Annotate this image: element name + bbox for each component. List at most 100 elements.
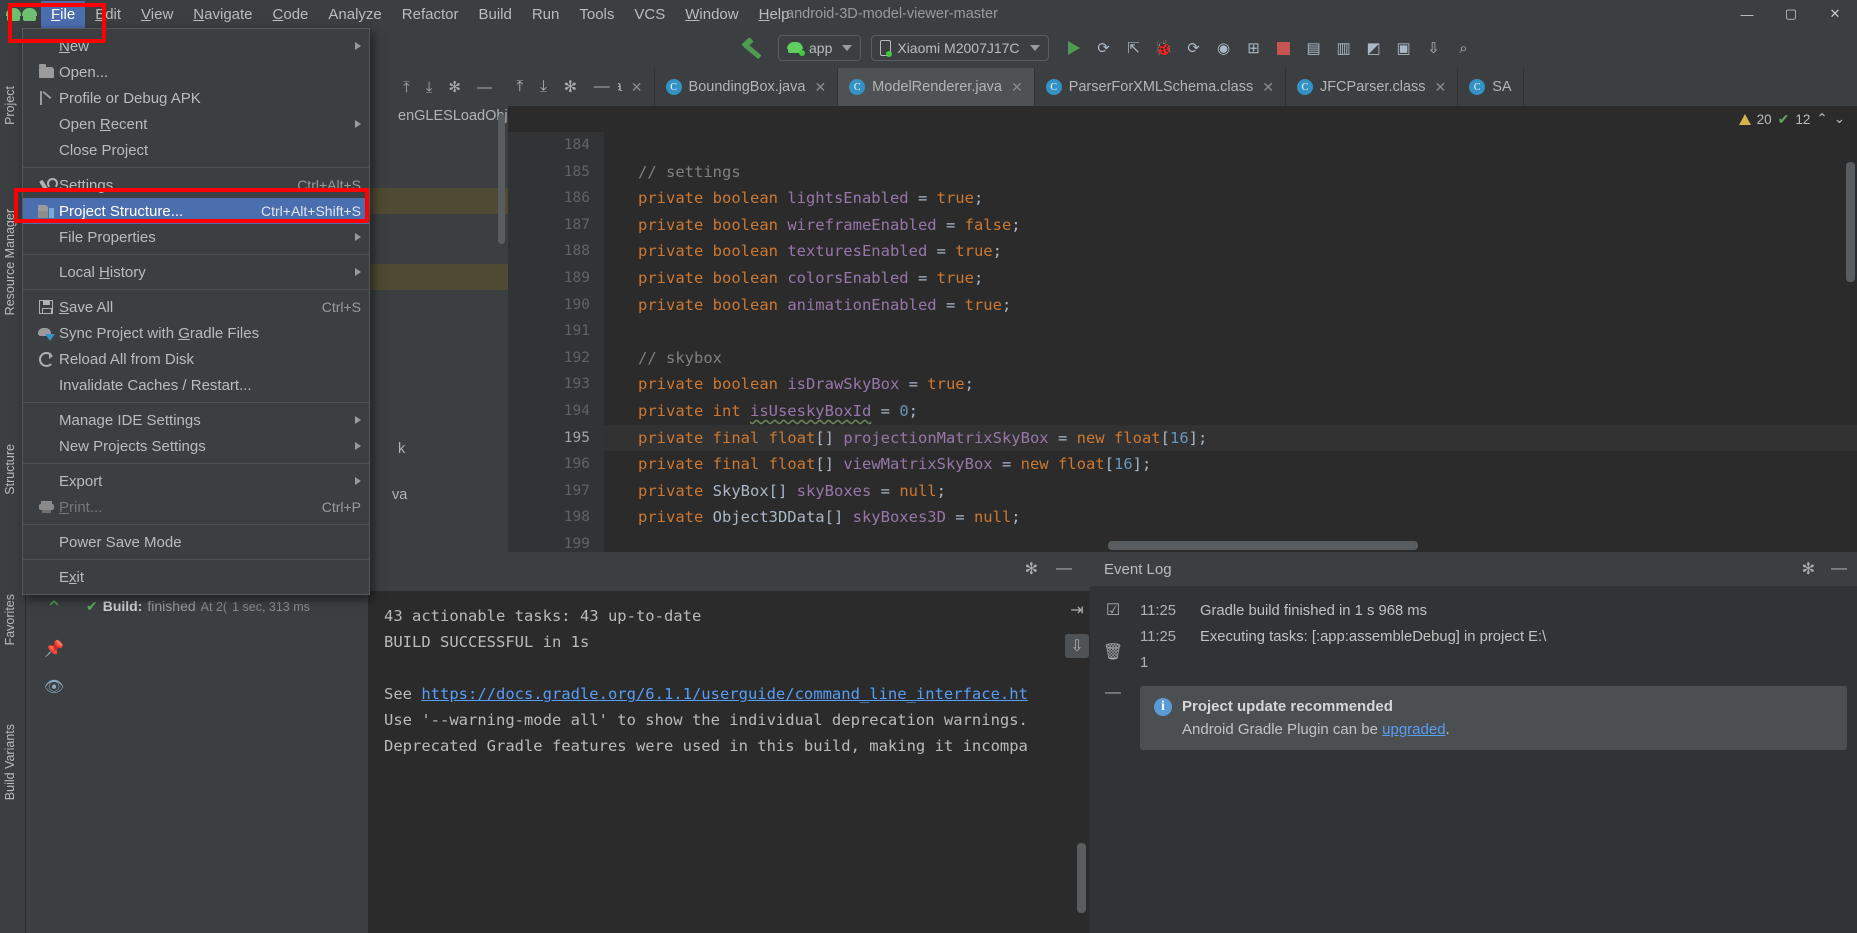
code-line[interactable]: // skybox — [604, 345, 1857, 372]
gear-icon[interactable]: ✻ — [448, 78, 461, 96]
menu-item-reload-all-from-disk[interactable]: Reload All from Disk — [23, 346, 369, 372]
hide-icon[interactable]: — — [477, 79, 492, 96]
gear-icon[interactable]: ✻ — [564, 77, 577, 97]
event-log-row[interactable]: 11:25 Gradle build finished in 1 s 968 ms — [1136, 598, 1857, 624]
code-line[interactable] — [604, 132, 1857, 159]
project-node-partial-2[interactable]: k — [398, 441, 405, 457]
device-file-explorer-icon[interactable]: ▣ — [1389, 33, 1419, 63]
soft-wrap-icon[interactable]: ⇥ — [1065, 598, 1089, 622]
sdk-manager-icon[interactable]: ▥ — [1329, 33, 1359, 63]
event-log-tool-window[interactable]: Event Log ✻ — ☑ 🗑 — 11:25 Gradle build fi… — [1090, 552, 1857, 933]
code-line[interactable] — [604, 318, 1857, 345]
code-line[interactable]: private boolean colorsEnabled = true; — [604, 265, 1857, 292]
menu-navigate[interactable]: Navigate — [183, 1, 262, 28]
file-menu-dropdown[interactable]: New Open... Profile or Debug APK Open Recen… — [22, 28, 370, 595]
build-status-row[interactable]: ✔ Build: finished At 2( 1 sec, 313 ms — [86, 598, 362, 615]
code-line[interactable]: private boolean wireframeEnabled = false… — [604, 212, 1857, 239]
collapse-all-icon[interactable]: ⤓ — [426, 79, 433, 96]
close-icon[interactable]: ✕ — [631, 79, 643, 96]
build-hammer-icon[interactable] — [740, 35, 766, 61]
eye-icon[interactable]: 👁 — [44, 677, 64, 697]
expand-all-icon[interactable]: ⤒ — [516, 78, 523, 96]
code-line[interactable]: private SkyBox[] skyBoxes = null; — [604, 478, 1857, 505]
sidebar-item-build-variants[interactable]: Build Variants — [3, 718, 17, 806]
console-link[interactable]: https://docs.gradle.org/6.1.1/userguide/… — [421, 685, 1028, 703]
menu-item-new-projects-settings[interactable]: New Projects Settings — [23, 433, 369, 459]
close-icon[interactable]: ✕ — [1262, 79, 1274, 96]
code-line[interactable]: private final float[] viewMatrixSkyBox =… — [604, 451, 1857, 478]
avd-manager-icon[interactable]: ▤ — [1299, 33, 1329, 63]
menu-item-close-project[interactable]: Close Project — [23, 137, 369, 163]
menu-item-save-all[interactable]: Save All Ctrl+S — [23, 294, 369, 320]
menu-item-open-recent[interactable]: Open Recent — [23, 111, 369, 137]
build-tool-window[interactable]: Build: Sync ✕ Build Output ✕ ✻ — ⌃ 📌 👁 — [26, 552, 1090, 933]
editor-horizontal-scrollbar[interactable] — [1108, 541, 1418, 550]
menu-run[interactable]: Run — [522, 1, 570, 28]
editor-vertical-scrollbar[interactable] — [1846, 162, 1855, 282]
code-line[interactable]: private boolean isDrawSkyBox = true; — [604, 371, 1857, 398]
trash-icon[interactable]: 🗑 — [1103, 642, 1123, 662]
event-log-row[interactable]: 11:25 Executing tasks: [:app:assembleDebu… — [1136, 624, 1857, 650]
code-line[interactable]: private boolean lightsEnabled = true; — [604, 185, 1857, 212]
hide-icon[interactable]: — — [1056, 560, 1072, 578]
menu-analyze[interactable]: Analyze — [318, 1, 391, 28]
project-node-partial-1[interactable]: enGLESLoadObjMo — [398, 108, 508, 124]
build-console-output[interactable]: 43 actionable tasks: 43 up-to-date BUILD … — [368, 591, 1090, 933]
code-line[interactable]: private int isUseskyBoxId = 0; — [604, 398, 1857, 425]
code-area[interactable]: 184 185 186 187 188 189 190 191 192 193 194 195 196 1… — [508, 132, 1857, 552]
minimize-button[interactable]: — — [1725, 0, 1769, 28]
sidebar-item-resource-manager[interactable]: Resource Manager — [3, 203, 17, 321]
editor-tab[interactable]: C JFCParser.class ✕ — [1286, 68, 1459, 106]
code-line[interactable]: // settings — [604, 159, 1857, 186]
editor-tab[interactable]: C ModelRenderer.java ✕ — [838, 68, 1035, 106]
menu-item-export[interactable]: Export — [23, 468, 369, 494]
menu-item-profile-or-debug-apk[interactable]: Profile or Debug APK — [23, 85, 369, 111]
sidebar-item-structure[interactable]: Structure — [3, 438, 17, 501]
editor-tab[interactable]: C SA — [1458, 68, 1524, 106]
collapse-all-icon[interactable]: ⤓ — [540, 78, 547, 96]
close-icon[interactable]: ✕ — [814, 79, 826, 96]
sidebar-item-favorites[interactable]: Favorites — [3, 588, 17, 651]
profile-icon[interactable]: ◉ — [1209, 33, 1239, 63]
menu-view[interactable]: View — [131, 1, 183, 28]
code-line[interactable]: private Object3DData[] skyBoxes3D = null… — [604, 504, 1857, 531]
menu-item-file-properties[interactable]: File Properties — [23, 224, 369, 250]
build-tree[interactable]: ✔ Build: finished At 2( 1 sec, 313 ms — [82, 586, 368, 933]
editor-tab[interactable]: C BoundingBox.java ✕ — [655, 68, 839, 106]
rerun-icon[interactable]: ⟳ — [1089, 33, 1119, 63]
menu-window[interactable]: Window — [675, 1, 748, 28]
expand-all-icon[interactable]: ⤒ — [403, 79, 410, 96]
menu-item-print[interactable]: Print... Ctrl+P — [23, 494, 369, 520]
window-controls[interactable]: — ▢ ✕ — [1725, 0, 1857, 28]
build-console-side-tools[interactable]: ⇥ ⇩ — [1064, 586, 1090, 706]
device-selector[interactable]: Xiaomi M2007J17C — [871, 35, 1049, 61]
menu-file[interactable]: File — [41, 0, 86, 28]
project-pane-scrollbar[interactable] — [498, 114, 505, 244]
notification-link[interactable]: upgraded — [1382, 721, 1445, 738]
menu-vcs[interactable]: VCS — [624, 1, 675, 28]
menu-item-power-save-mode[interactable]: Power Save Mode — [23, 529, 369, 555]
menu-tools[interactable]: Tools — [569, 1, 624, 28]
close-icon[interactable]: ✕ — [1011, 79, 1023, 96]
event-log-list[interactable]: 11:25 Gradle build finished in 1 s 968 ms… — [1136, 586, 1857, 933]
menu-build[interactable]: Build — [468, 1, 521, 28]
code-editor[interactable]: 20 ✔ 12 ⌃ ⌄ 184 185 186 187 188 189 190 191 192 1… — [508, 106, 1857, 552]
build-hammer-icon[interactable]: ⌃ — [46, 596, 63, 621]
close-button[interactable]: ✕ — [1813, 0, 1857, 28]
menu-item-invalidate-caches-restart[interactable]: Invalidate Caches / Restart... — [23, 372, 369, 398]
console-scrollbar[interactable] — [1077, 843, 1086, 913]
menu-item-sync-project-with-gradle-files[interactable]: Sync Project with Gradle Files — [23, 320, 369, 346]
project-node-partial-3[interactable]: va — [392, 487, 407, 503]
editor-tab[interactable]: C ParserForXMLSchema.class ✕ — [1035, 68, 1286, 106]
mark-read-icon[interactable]: ☑ — [1106, 600, 1120, 620]
gear-icon[interactable]: ✻ — [1025, 559, 1038, 579]
chevron-up-icon[interactable]: ⌃ — [1816, 111, 1827, 127]
event-log-row[interactable]: 1 — [1136, 650, 1857, 676]
menu-bar[interactable]: File Edit View Navigate Code Analyze Refactor B… — [0, 0, 1857, 28]
menu-edit[interactable]: Edit — [85, 1, 131, 28]
stop-button[interactable] — [1269, 33, 1299, 63]
event-log-notification[interactable]: i Project update recommended Android Gradl… — [1140, 686, 1847, 750]
gradle-icon[interactable]: ◩ — [1359, 33, 1389, 63]
menu-item-settings[interactable]: Settings... Ctrl+Alt+S — [23, 172, 369, 198]
gear-icon[interactable]: ✻ — [1802, 559, 1815, 579]
